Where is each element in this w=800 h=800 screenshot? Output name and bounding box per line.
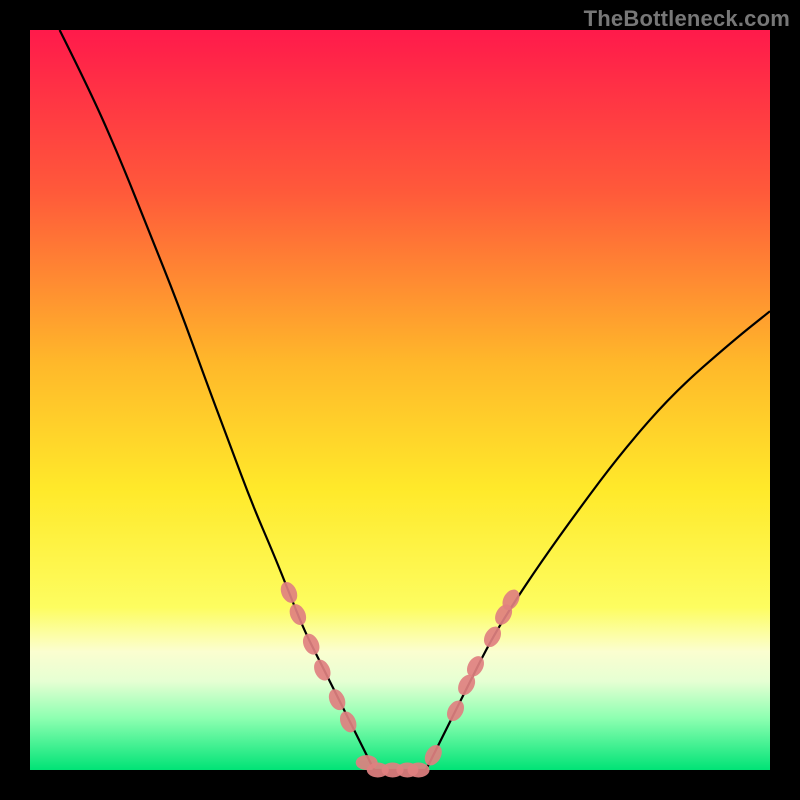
- marker-point: [311, 657, 334, 683]
- series-right-curve: [426, 311, 770, 770]
- curves-layer: [30, 30, 770, 770]
- series-left-curve: [60, 30, 375, 770]
- plot-area: [30, 30, 770, 770]
- marker-point: [326, 687, 349, 713]
- marker-point: [408, 763, 430, 778]
- marker-point: [300, 631, 323, 657]
- chart-frame: TheBottleneck.com: [0, 0, 800, 800]
- marker-point: [278, 579, 301, 605]
- marker-point: [337, 709, 360, 735]
- watermark-text: TheBottleneck.com: [584, 6, 790, 32]
- marker-point: [481, 624, 505, 651]
- marker-point: [444, 698, 468, 725]
- marker-point: [286, 601, 309, 627]
